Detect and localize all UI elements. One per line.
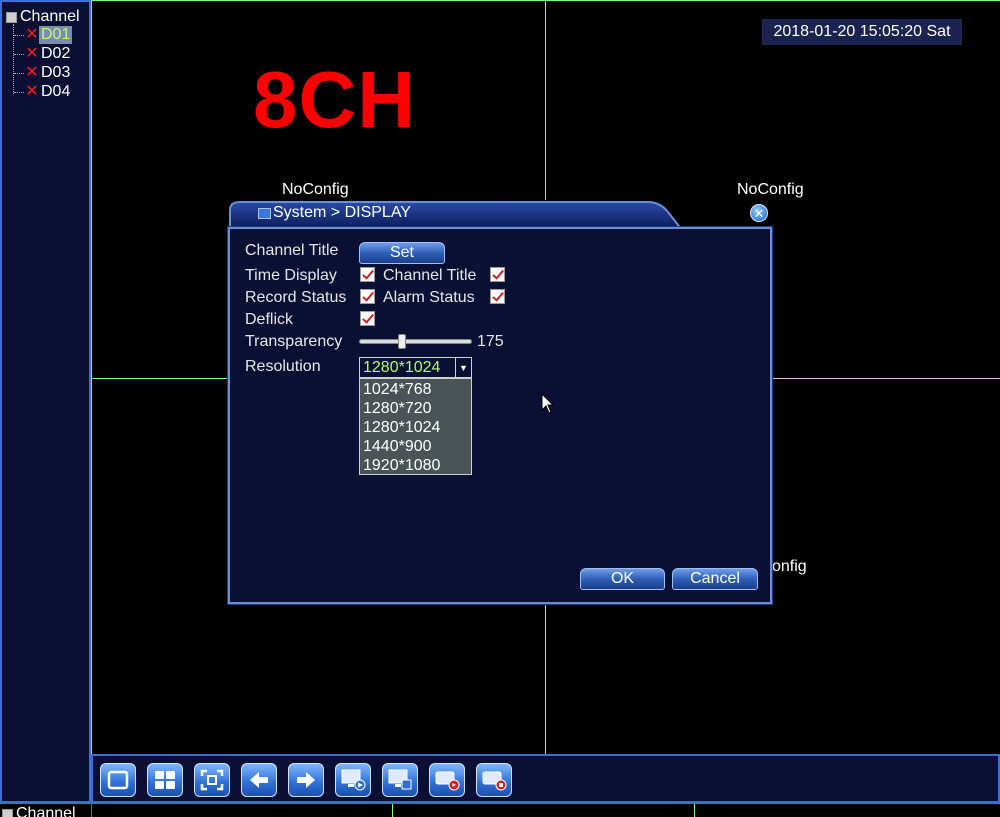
resolution-dropdown-list: 1024*768 1280*720 1280*1024 1440*900 192… [359,378,472,475]
fullscreen-icon[interactable] [194,763,230,797]
channel-item-d02[interactable]: ✕ D02 [14,45,72,63]
channel-item-d03[interactable]: ✕ D03 [14,64,72,82]
deflick-label: Deflick [245,311,294,328]
disconnected-x-icon: ✕ [25,26,39,43]
channel-tree-title: Channel [20,8,80,25]
channel-count-overlay: 8CH [253,55,417,144]
grid-frame-top [91,0,1000,1]
channel-tree-title-partial: Channel [16,805,76,817]
datetime-display: 2018-01-20 15:05:20 Sat [762,19,962,45]
monitor-settings-icon[interactable] [382,763,418,797]
channel-tree-root[interactable]: Channel [6,8,80,26]
channel-item-d04[interactable]: ✕ D04 [14,83,72,101]
channel-title-label: Channel Title [245,242,339,259]
grid-line-v-bottom [545,604,546,754]
channel-item-d01[interactable]: ✕ D01 [14,26,73,44]
resolution-option[interactable]: 1920*1080 [360,456,471,475]
cancel-button[interactable]: Cancel [672,568,758,590]
channel-tree-root-partial: Channel [2,805,76,817]
record-stop-icon[interactable] [476,763,512,797]
noconfig-label: NoConfig [737,181,804,198]
mouse-pointer-icon [541,393,555,414]
record-status-label: Record Status [245,289,347,306]
resolution-option[interactable]: 1280*720 [360,399,471,418]
quad-view-icon[interactable] [147,763,183,797]
dialog-title-text: System > DISPLAY [273,204,411,221]
transparency-value: 175 [477,333,504,350]
channel-label: D04 [41,83,71,100]
bottom-toolbar [91,754,1000,803]
channel-sidebar: Channel ✕ D01 ✕ D02 ✕ D03 ✕ D04 [0,0,91,803]
deflick-checkbox[interactable] [360,311,375,326]
display-settings-dialog: System > DISPLAY ✕ [227,200,773,605]
ok-button[interactable]: OK [580,568,665,590]
time-display-label: Time Display [245,267,337,284]
grid-line-h-left [91,378,228,379]
noconfig-label: NoConfig [282,181,349,198]
resolution-selected-value: 1280*1024 [363,359,441,376]
channel-label: D01 [39,26,73,44]
channel-title-checkbox-label: Channel Title [383,267,477,284]
noconfig-label: onfig [772,558,807,575]
prev-arrow-icon[interactable] [241,763,277,797]
next-arrow-icon[interactable] [288,763,324,797]
resolution-option[interactable]: 1440*900 [360,437,471,456]
set-button[interactable]: Set [359,242,445,264]
grid-line-v-top [545,0,546,200]
window-icon [258,207,271,219]
alarm-status-label: Alarm Status [383,289,475,306]
grid-frame-left [91,0,92,754]
playback-monitor-icon[interactable] [335,763,371,797]
alarm-status-checkbox[interactable] [490,289,505,304]
channel-title-checkbox[interactable] [490,267,505,282]
resolution-select[interactable]: 1280*1024 ▼ [359,357,472,378]
channel-label: D03 [41,64,71,81]
record-status-checkbox[interactable] [360,289,375,304]
tree-collapse-icon [2,808,13,817]
transparency-slider-handle[interactable] [397,334,406,349]
transparency-label: Transparency [245,333,343,350]
close-icon[interactable]: ✕ [750,204,768,222]
resolution-option[interactable]: 1280*1024 [360,418,471,437]
dialog-breadcrumb: System > DISPLAY [258,204,411,222]
single-view-icon[interactable] [100,763,136,797]
disconnected-x-icon: ✕ [25,45,39,62]
resolution-option[interactable]: 1024*768 [360,380,471,399]
resolution-label: Resolution [245,358,321,375]
disconnected-x-icon: ✕ [25,64,39,81]
grid-line-h-right [772,378,1000,379]
disconnected-x-icon: ✕ [25,83,39,100]
time-display-checkbox[interactable] [360,267,375,282]
record-start-icon[interactable] [429,763,465,797]
transparency-slider[interactable] [359,339,472,344]
chevron-down-icon[interactable]: ▼ [455,358,471,377]
tree-collapse-icon[interactable] [6,11,17,23]
channel-label: D02 [41,45,71,62]
bottom-strip: Channel [0,803,1000,817]
